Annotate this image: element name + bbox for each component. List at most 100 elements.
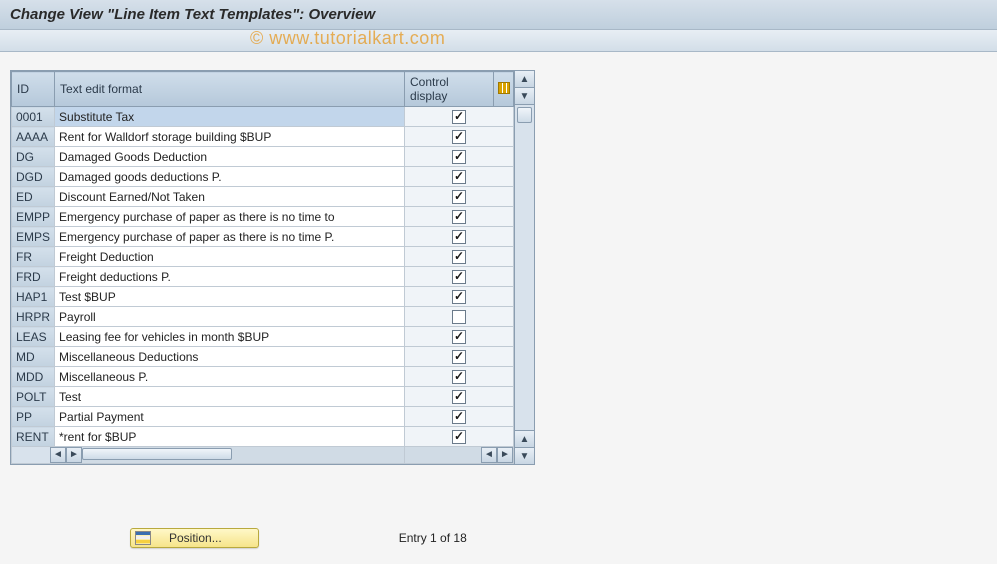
- control-display-checkbox[interactable]: [452, 150, 466, 164]
- hscroll-thumb-left[interactable]: [82, 448, 232, 460]
- control-display-checkbox[interactable]: [452, 270, 466, 284]
- scroll-down-step-button[interactable]: ▼: [515, 88, 534, 105]
- row-control-cell: [405, 167, 514, 187]
- row-id-cell[interactable]: AAAA: [12, 127, 55, 147]
- row-text-cell[interactable]: Freight Deduction: [55, 247, 405, 267]
- scroll-up-step-button[interactable]: ▲: [515, 430, 534, 447]
- row-id-cell[interactable]: DGD: [12, 167, 55, 187]
- table-row[interactable]: HRPRPayroll: [12, 307, 514, 327]
- table-row[interactable]: POLTTest: [12, 387, 514, 407]
- row-id-cell[interactable]: POLT: [12, 387, 55, 407]
- row-control-cell: [405, 227, 514, 247]
- position-button[interactable]: Position...: [130, 528, 259, 548]
- position-button-label: Position...: [169, 531, 222, 545]
- table-row[interactable]: AAAARent for Walldorf storage building $…: [12, 127, 514, 147]
- row-control-cell: [405, 287, 514, 307]
- table-row[interactable]: EMPPEmergency purchase of paper as there…: [12, 207, 514, 227]
- table-config-icon: [498, 82, 510, 94]
- vertical-scrollbar[interactable]: ▲ ▼ ▲ ▼: [514, 71, 534, 464]
- templates-table: ID Text edit format Control display 0001…: [11, 71, 514, 464]
- col-header-text[interactable]: Text edit format: [55, 72, 405, 107]
- control-display-checkbox[interactable]: [452, 430, 466, 444]
- scroll-up-button[interactable]: ▲: [515, 71, 534, 88]
- hscroll-left-button[interactable]: ◄: [50, 447, 66, 463]
- row-text-cell[interactable]: Test $BUP: [55, 287, 405, 307]
- table-row[interactable]: FRDFreight deductions P.: [12, 267, 514, 287]
- control-display-checkbox[interactable]: [452, 130, 466, 144]
- hscroll-left2-button[interactable]: ◄: [481, 447, 497, 463]
- table-row[interactable]: LEASLeasing fee for vehicles in month $B…: [12, 327, 514, 347]
- row-control-cell: [405, 367, 514, 387]
- row-control-cell: [405, 387, 514, 407]
- control-display-checkbox[interactable]: [452, 350, 466, 364]
- row-control-cell: [405, 107, 514, 127]
- row-id-cell[interactable]: FR: [12, 247, 55, 267]
- row-text-cell[interactable]: Miscellaneous Deductions: [55, 347, 405, 367]
- row-text-cell[interactable]: Freight deductions P.: [55, 267, 405, 287]
- control-display-checkbox[interactable]: [452, 190, 466, 204]
- hscroll-track-left[interactable]: [82, 447, 404, 463]
- row-id-cell[interactable]: HRPR: [12, 307, 55, 327]
- row-id-cell[interactable]: MDD: [12, 367, 55, 387]
- control-display-checkbox[interactable]: [452, 170, 466, 184]
- col-header-id[interactable]: ID: [12, 72, 55, 107]
- row-text-cell[interactable]: Leasing fee for vehicles in month $BUP: [55, 327, 405, 347]
- row-id-cell[interactable]: HAP1: [12, 287, 55, 307]
- row-text-cell[interactable]: Partial Payment: [55, 407, 405, 427]
- row-text-cell[interactable]: Damaged Goods Deduction: [55, 147, 405, 167]
- row-id-cell[interactable]: MD: [12, 347, 55, 367]
- row-id-cell[interactable]: EMPP: [12, 207, 55, 227]
- table-row[interactable]: RENT*rent for $BUP: [12, 427, 514, 447]
- table-row[interactable]: MDDMiscellaneous P.: [12, 367, 514, 387]
- row-control-cell: [405, 147, 514, 167]
- row-id-cell[interactable]: RENT: [12, 427, 55, 447]
- control-display-checkbox[interactable]: [452, 330, 466, 344]
- control-display-checkbox[interactable]: [452, 390, 466, 404]
- scroll-down-button[interactable]: ▼: [515, 447, 534, 464]
- row-text-cell[interactable]: Miscellaneous P.: [55, 367, 405, 387]
- table-config-button[interactable]: [494, 72, 514, 107]
- row-control-cell: [405, 247, 514, 267]
- row-text-cell[interactable]: Damaged goods deductions P.: [55, 167, 405, 187]
- table-row[interactable]: PPPartial Payment: [12, 407, 514, 427]
- hscroll-track-right[interactable]: [405, 447, 481, 463]
- row-id-cell[interactable]: DG: [12, 147, 55, 167]
- row-text-cell[interactable]: Substitute Tax: [55, 107, 405, 127]
- row-text-cell[interactable]: Test: [55, 387, 405, 407]
- table-row[interactable]: DGDamaged Goods Deduction: [12, 147, 514, 167]
- table-row[interactable]: EMPSEmergency purchase of paper as there…: [12, 227, 514, 247]
- control-display-checkbox[interactable]: [452, 370, 466, 384]
- table-row[interactable]: MDMiscellaneous Deductions: [12, 347, 514, 367]
- row-text-cell[interactable]: Emergency purchase of paper as there is …: [55, 207, 405, 227]
- control-display-checkbox[interactable]: [452, 230, 466, 244]
- row-id-cell[interactable]: FRD: [12, 267, 55, 287]
- table-row[interactable]: DGDDamaged goods deductions P.: [12, 167, 514, 187]
- control-display-checkbox[interactable]: [452, 310, 466, 324]
- hscroll-right-button[interactable]: ►: [66, 447, 82, 463]
- row-id-cell[interactable]: ED: [12, 187, 55, 207]
- row-text-cell[interactable]: Emergency purchase of paper as there is …: [55, 227, 405, 247]
- scroll-thumb[interactable]: [517, 107, 532, 123]
- col-header-control[interactable]: Control display: [405, 72, 494, 107]
- table-row[interactable]: 0001Substitute Tax: [12, 107, 514, 127]
- row-text-cell[interactable]: *rent for $BUP: [55, 427, 405, 447]
- control-display-checkbox[interactable]: [452, 110, 466, 124]
- page-title: Change View "Line Item Text Templates": …: [0, 0, 997, 30]
- control-display-checkbox[interactable]: [452, 210, 466, 224]
- row-text-cell[interactable]: Rent for Walldorf storage building $BUP: [55, 127, 405, 147]
- table-row[interactable]: FRFreight Deduction: [12, 247, 514, 267]
- row-id-cell[interactable]: LEAS: [12, 327, 55, 347]
- row-id-cell[interactable]: PP: [12, 407, 55, 427]
- control-display-checkbox[interactable]: [452, 290, 466, 304]
- row-id-cell[interactable]: 0001: [12, 107, 55, 127]
- toolbar-strip: [0, 30, 997, 52]
- hscroll-right-group: ◄ ►: [405, 447, 514, 464]
- row-text-cell[interactable]: Discount Earned/Not Taken: [55, 187, 405, 207]
- table-row[interactable]: EDDiscount Earned/Not Taken: [12, 187, 514, 207]
- hscroll-right2-button[interactable]: ►: [497, 447, 513, 463]
- control-display-checkbox[interactable]: [452, 250, 466, 264]
- row-id-cell[interactable]: EMPS: [12, 227, 55, 247]
- control-display-checkbox[interactable]: [452, 410, 466, 424]
- table-row[interactable]: HAP1Test $BUP: [12, 287, 514, 307]
- row-text-cell[interactable]: Payroll: [55, 307, 405, 327]
